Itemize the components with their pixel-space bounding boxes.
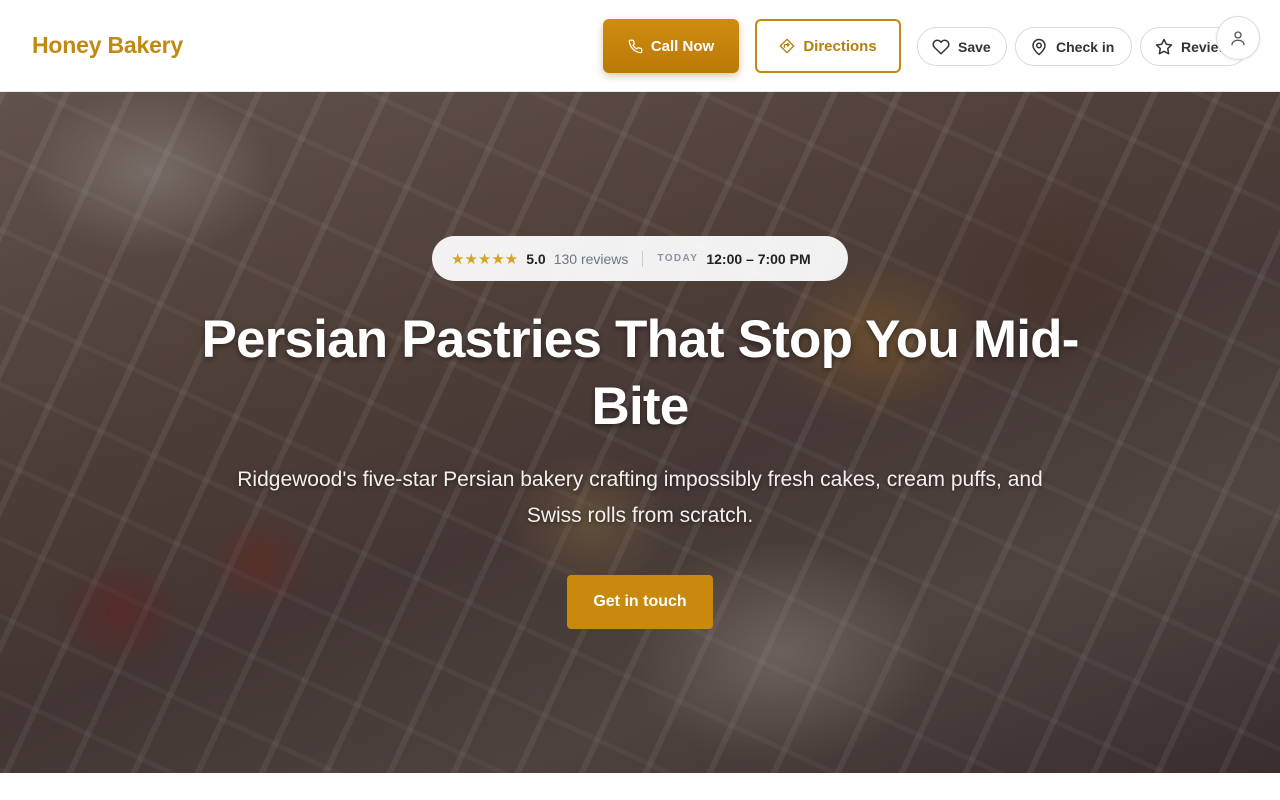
hero-subtitle: Ridgewood's five-star Persian bakery cra… bbox=[237, 468, 1043, 527]
rating-value: 5.0 bbox=[526, 250, 546, 267]
phone-icon bbox=[628, 39, 643, 54]
save-button[interactable]: Save bbox=[917, 27, 1007, 66]
hero-headline: Persian Pastries That Stop You Mid-Bite bbox=[201, 310, 1079, 436]
heart-icon bbox=[932, 38, 950, 56]
rating-stars: ★★★★★ bbox=[451, 250, 519, 268]
get-in-touch-button[interactable]: Get in touch bbox=[567, 575, 713, 629]
today-label: TODAY bbox=[657, 253, 699, 264]
directions-label: Directions bbox=[803, 37, 877, 55]
top-navigation-bar: Honey Bakery Call Now Directions Save Ch… bbox=[0, 0, 1280, 92]
save-label: Save bbox=[958, 38, 991, 55]
directions-icon bbox=[779, 38, 795, 54]
directions-button[interactable]: Directions bbox=[755, 19, 901, 73]
call-now-label: Call Now bbox=[650, 37, 715, 55]
opening-hours: 12:00 – 7:00 PM bbox=[706, 250, 811, 267]
check-in-label: Check in bbox=[1056, 38, 1115, 55]
badge-divider bbox=[642, 250, 644, 267]
call-now-button[interactable]: Call Now bbox=[603, 19, 739, 73]
rating-hours-badge: ★★★★★ 5.0 130 reviews TODAY 12:00 – 7:00… bbox=[432, 236, 848, 281]
user-icon bbox=[1229, 29, 1247, 47]
check-in-button[interactable]: Check in bbox=[1015, 27, 1132, 66]
hero-section: ★★★★★ 5.0 130 reviews TODAY 12:00 – 7:00… bbox=[0, 92, 1280, 773]
map-pin-icon bbox=[1030, 38, 1048, 56]
brand-logo-text[interactable]: Honey Bakery bbox=[32, 32, 183, 59]
review-count[interactable]: 130 reviews bbox=[554, 251, 629, 267]
account-button[interactable] bbox=[1216, 16, 1260, 60]
star-icon bbox=[1155, 38, 1173, 56]
